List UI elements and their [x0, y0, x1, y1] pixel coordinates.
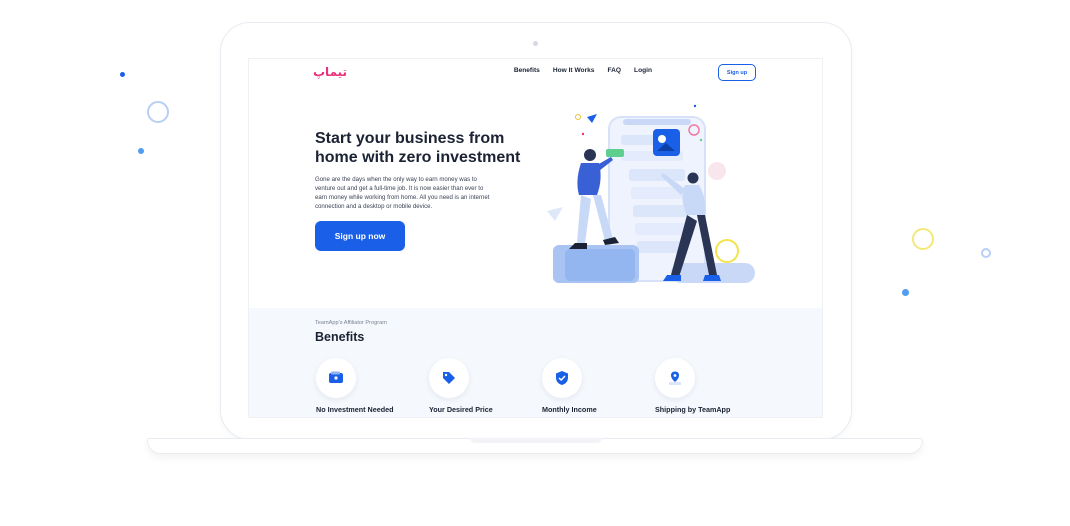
paper-plane-icon	[587, 114, 597, 123]
logo[interactable]: تیماپ	[313, 65, 347, 79]
location-pin-icon	[655, 358, 695, 398]
laptop-screen: تیماپ Benefits How It Works FAQ Login Si…	[248, 58, 823, 418]
decorative-ring	[912, 228, 934, 250]
benefit-label: No Investment Needed	[316, 405, 394, 414]
nav-link-login[interactable]: Login	[634, 67, 652, 74]
hero-description: Gone are the days when the only way to e…	[315, 176, 490, 210]
hero-title: Start your business from home with zero …	[315, 130, 521, 166]
shield-check-icon	[542, 358, 582, 398]
navbar: تیماپ Benefits How It Works FAQ Login Si…	[249, 59, 822, 93]
laptop-notch	[470, 438, 602, 443]
camera-dot	[533, 41, 538, 46]
signup-button[interactable]: Sign up	[718, 64, 756, 81]
benefits-eyebrow: TeamApp's Affiliator Program	[315, 320, 387, 326]
decorative-dot	[138, 148, 144, 154]
image-card-icon	[653, 129, 680, 156]
benefit-label: Your Desired Price	[429, 405, 493, 414]
benefits-section: TeamApp's Affiliator Program Benefits No…	[249, 308, 822, 417]
benefit-label: Shipping by TeamApp	[655, 405, 731, 414]
decorative-dot	[902, 289, 909, 296]
decorative-ring	[147, 101, 169, 123]
signup-now-button[interactable]: Sign up now	[315, 221, 405, 251]
nav-link-benefits[interactable]: Benefits	[514, 67, 540, 74]
nav-link-faq[interactable]: FAQ	[607, 67, 621, 74]
stage: تیماپ Benefits How It Works FAQ Login Si…	[0, 0, 1070, 526]
hero-illustration	[547, 104, 755, 283]
nav-links: Benefits How It Works FAQ Login	[514, 67, 652, 74]
benefits-title: Benefits	[315, 330, 365, 344]
decorative-dot	[120, 72, 125, 77]
nav-link-how-it-works[interactable]: How It Works	[553, 67, 595, 74]
price-tag-icon	[429, 358, 469, 398]
wallet-icon	[316, 358, 356, 398]
decorative-ring	[981, 248, 991, 258]
benefit-label: Monthly Income	[542, 405, 597, 414]
